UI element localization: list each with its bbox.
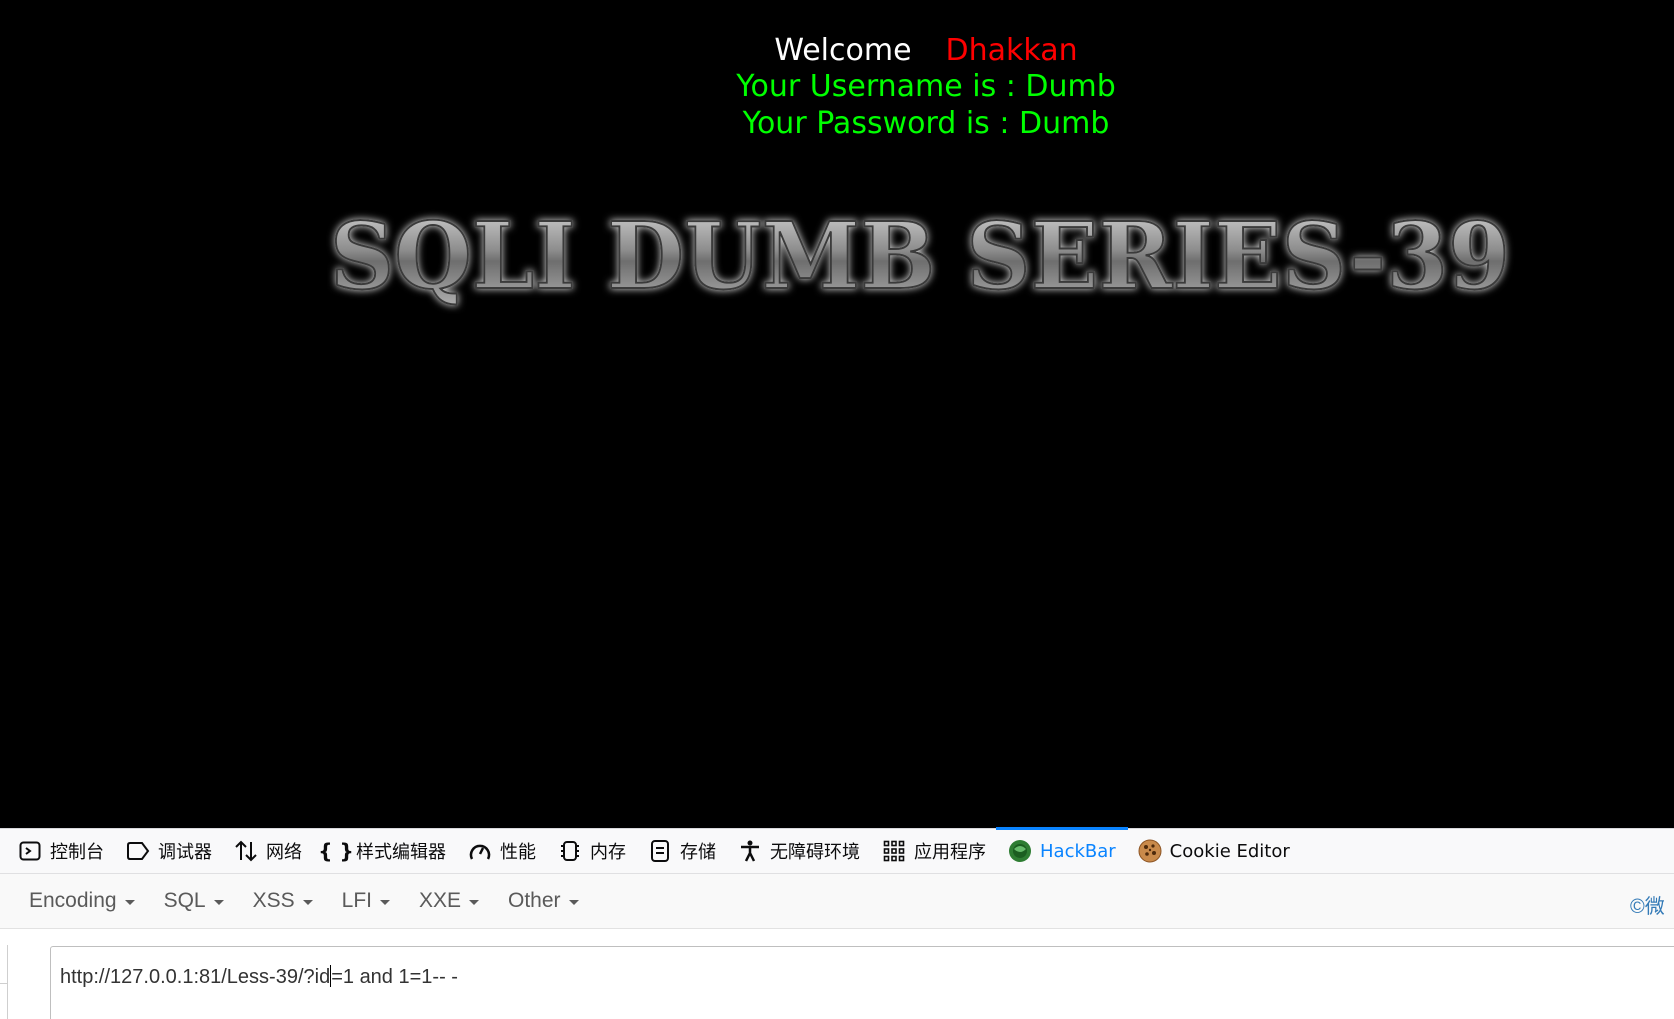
devtools-tab-bar: 控制台 调试器 网络 { } 样式编辑器 性能 内存 存储 无障碍环境 应用程序…	[0, 827, 1674, 874]
storage-icon	[648, 839, 672, 863]
caret-down-icon	[213, 900, 224, 905]
tab-label: Cookie Editor	[1169, 840, 1290, 862]
tab-memory[interactable]: 内存	[558, 828, 626, 874]
tab-label: 调试器	[158, 842, 212, 863]
caret-down-icon	[469, 900, 480, 905]
menu-label: SQL	[163, 889, 206, 912]
side-action-strip[interactable]	[0, 945, 8, 1019]
username-line: Your Username is : Dumb	[736, 69, 1116, 104]
application-icon	[882, 839, 906, 863]
tab-label: 无障碍环境	[770, 842, 860, 863]
menu-label: LFI	[341, 889, 372, 912]
menu-label: XXE	[418, 889, 462, 912]
tab-label: 存储	[680, 842, 716, 863]
tab-label: 性能	[500, 842, 536, 863]
web-page: Welcome Dhakkan Your Username is : Dumb Y…	[0, 0, 1674, 828]
menu-label: Other	[508, 889, 561, 912]
menu-label: Encoding	[29, 889, 117, 912]
sqli-banner-image: SQLI DUMB SERIES-39	[329, 206, 1511, 311]
performance-icon	[468, 839, 492, 863]
url-text-before-caret: http://127.0.0.1:81/Less-39/?id	[60, 966, 331, 988]
tab-label: HackBar	[1040, 840, 1116, 862]
tab-application[interactable]: 应用程序	[882, 828, 986, 874]
console-icon	[18, 839, 42, 863]
tab-label: 内存	[590, 842, 626, 863]
welcome-text: Welcome	[774, 33, 912, 68]
tab-label: 应用程序	[914, 842, 986, 863]
tab-label: 网络	[266, 842, 302, 863]
xss-menu[interactable]: XSS	[253, 889, 313, 913]
tab-debugger[interactable]: 调试器	[126, 828, 212, 874]
lfi-menu[interactable]: LFI	[342, 889, 390, 913]
tab-label: 控制台	[50, 842, 104, 863]
url-text-after-caret: =1 and 1=1-- -	[331, 966, 458, 988]
debugger-icon	[126, 839, 150, 863]
tab-style-editor[interactable]: { } 样式编辑器	[318, 828, 446, 874]
network-icon	[234, 839, 258, 863]
memory-icon	[558, 839, 582, 863]
sql-menu[interactable]: SQL	[164, 889, 224, 913]
hackbar-toolbar: Encoding SQL XSS LFI XXE Other ©微	[0, 874, 1674, 929]
caret-down-icon	[124, 900, 135, 905]
tab-accessibility[interactable]: 无障碍环境	[738, 828, 860, 874]
cookie-icon	[1138, 839, 1162, 863]
hackbar-url-area: http://127.0.0.1:81/Less-39/?id=1 and 1=…	[0, 929, 1674, 1019]
menu-label: XSS	[252, 889, 295, 912]
other-menu[interactable]: Other	[508, 889, 579, 913]
accessibility-icon	[738, 839, 762, 863]
tab-storage[interactable]: 存储	[648, 828, 716, 874]
xxe-menu[interactable]: XXE	[418, 889, 480, 913]
tab-performance[interactable]: 性能	[468, 828, 536, 874]
caret-down-icon	[379, 900, 390, 905]
copyright-link[interactable]: ©微	[1630, 890, 1665, 919]
welcome-name: Dhakkan	[945, 33, 1078, 68]
tab-label: 样式编辑器	[356, 842, 446, 863]
style-editor-icon: { }	[318, 839, 354, 863]
banner-title: SQLI DUMB SERIES-39	[330, 206, 1510, 310]
tab-network[interactable]: 网络	[234, 828, 302, 874]
tab-hackbar[interactable]: HackBar	[996, 827, 1128, 874]
welcome-line: Welcome Dhakkan	[0, 33, 1674, 69]
tab-cookie-editor[interactable]: Cookie Editor	[1138, 828, 1290, 874]
encoding-menu[interactable]: Encoding	[29, 889, 135, 913]
caret-down-icon	[302, 900, 313, 905]
password-line: Your Password is : Dumb	[742, 106, 1110, 141]
url-input[interactable]: http://127.0.0.1:81/Less-39/?id=1 and 1=…	[50, 946, 1674, 1019]
caret-down-icon	[568, 900, 579, 905]
tab-console[interactable]: 控制台	[18, 828, 104, 874]
hackbar-icon	[1008, 839, 1032, 863]
